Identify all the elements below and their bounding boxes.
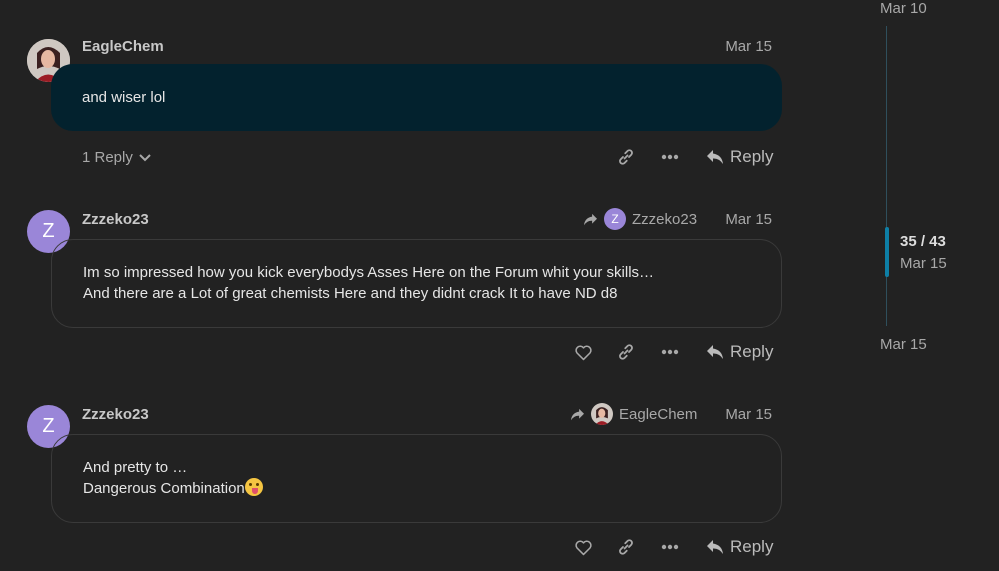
reply-to-username: EagleChem bbox=[619, 405, 698, 423]
like-button[interactable] bbox=[573, 342, 593, 362]
share-arrow-icon bbox=[584, 213, 597, 225]
reply-to-avatar bbox=[591, 403, 613, 425]
timeline-handle[interactable] bbox=[885, 227, 889, 277]
post-text-line: and wiser lol bbox=[82, 89, 166, 106]
post-body: And pretty to … Dangerous Combination bbox=[51, 434, 782, 523]
reply-to-tab[interactable]: Z Zzzeko23 bbox=[583, 208, 697, 230]
more-icon bbox=[661, 349, 679, 355]
replies-label: 1 Reply bbox=[82, 149, 133, 166]
post: Z Zzzeko23 EagleChem Mar 15 And pretty t… bbox=[0, 385, 800, 571]
timeline-bottom-date[interactable]: Mar 15 bbox=[880, 336, 927, 353]
post-date[interactable]: Mar 15 bbox=[725, 38, 772, 55]
post-date[interactable]: Mar 15 bbox=[725, 211, 772, 228]
like-button[interactable] bbox=[573, 537, 593, 557]
reply-button[interactable]: Reply bbox=[706, 342, 773, 362]
reply-label: Reply bbox=[730, 342, 774, 361]
copy-link-button[interactable] bbox=[616, 537, 636, 557]
post-date[interactable]: Mar 15 bbox=[725, 406, 772, 423]
share-arrow-icon bbox=[571, 408, 584, 420]
more-actions-button[interactable] bbox=[659, 342, 681, 362]
more-icon bbox=[661, 544, 679, 550]
timeline-position-date: Mar 15 bbox=[900, 255, 947, 272]
post-text-fragment: Dangerous Combination bbox=[83, 480, 245, 497]
winking-tongue-emoji-icon bbox=[244, 478, 263, 496]
post: Z Zzzeko23 Z Zzzeko23 Mar 15 Im so impre… bbox=[0, 190, 800, 385]
post-text-line: And pretty to … bbox=[83, 459, 188, 476]
copy-link-button[interactable] bbox=[616, 342, 636, 362]
avatar-image bbox=[591, 403, 613, 425]
post-text-line: And there are a Lot of great chemists He… bbox=[83, 285, 618, 302]
reply-label: Reply bbox=[730, 147, 774, 166]
heart-icon bbox=[574, 345, 592, 360]
post-text-line: Im so impressed how you kick everybodys … bbox=[83, 264, 655, 281]
reply-to-tab[interactable]: EagleChem bbox=[570, 403, 697, 425]
link-icon bbox=[619, 344, 633, 360]
post-body: and wiser lol bbox=[51, 64, 782, 131]
reply-label: Reply bbox=[730, 537, 774, 556]
reply-to-username: Zzzeko23 bbox=[632, 210, 698, 228]
reply-to-avatar: Z bbox=[604, 208, 626, 230]
reply-button[interactable]: Reply bbox=[706, 147, 773, 167]
copy-link-button[interactable] bbox=[616, 147, 636, 167]
reply-arrow-icon bbox=[707, 345, 723, 359]
post: EagleChem Mar 15 and wiser lol 1 Reply R… bbox=[0, 0, 800, 190]
more-actions-button[interactable] bbox=[659, 147, 681, 167]
timeline-track[interactable] bbox=[886, 26, 887, 326]
link-icon bbox=[619, 149, 633, 165]
more-icon bbox=[661, 154, 679, 160]
show-replies-button[interactable]: 1 Reply bbox=[82, 149, 151, 166]
reply-arrow-icon bbox=[707, 150, 723, 164]
username[interactable]: Zzzeko23 bbox=[82, 406, 149, 423]
reply-button[interactable]: Reply bbox=[706, 537, 773, 557]
timeline-position: 35 / 43 bbox=[900, 233, 946, 250]
timeline-top-date[interactable]: Mar 10 bbox=[880, 0, 927, 17]
chevron-down-icon bbox=[139, 153, 151, 161]
more-actions-button[interactable] bbox=[659, 537, 681, 557]
heart-icon bbox=[574, 540, 592, 555]
username[interactable]: Zzzeko23 bbox=[82, 211, 149, 228]
link-icon bbox=[619, 539, 633, 555]
username[interactable]: EagleChem bbox=[82, 38, 164, 55]
post-body: Im so impressed how you kick everybodys … bbox=[51, 239, 782, 328]
post-text-line: Dangerous Combination bbox=[83, 478, 750, 499]
reply-arrow-icon bbox=[707, 540, 723, 554]
